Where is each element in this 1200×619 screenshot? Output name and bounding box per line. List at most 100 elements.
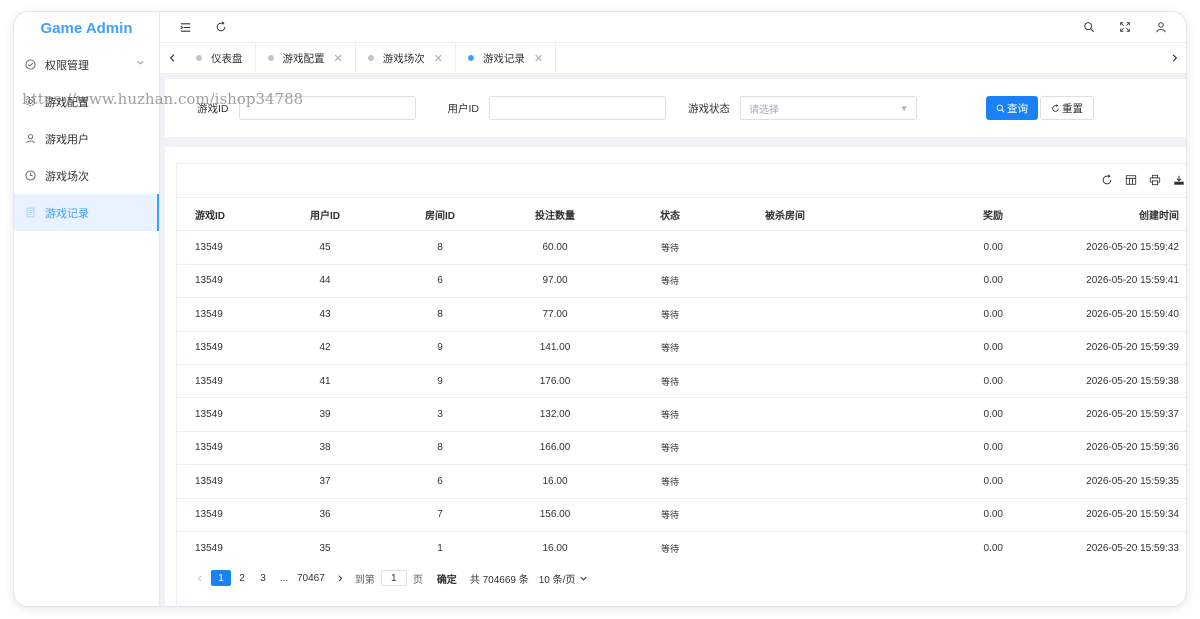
cell-created-at: 2026-05-20 15:59:34 xyxy=(1031,497,1186,532)
table-row[interactable]: 13549 41 9 176.00 等待 0.00 2026-05-20 15:59:38 xyxy=(177,363,1186,398)
sidebar-item-game-sessions[interactable]: 游戏场次 xyxy=(14,157,159,194)
page-ellipsis[interactable]: ... xyxy=(274,570,294,586)
cell-reward: 0.00 xyxy=(867,430,1031,465)
cell-game-id: 13549 xyxy=(177,397,243,432)
sidebar-item-game-config[interactable]: 游戏配置 xyxy=(14,83,159,120)
close-icon[interactable]: ✕ xyxy=(434,52,443,65)
page-2[interactable]: 2 xyxy=(232,570,252,586)
cell-status: 等待 xyxy=(637,530,703,565)
column-header-user-id[interactable]: 用户ID xyxy=(243,196,407,231)
column-header-status[interactable]: 状态 xyxy=(637,196,703,231)
export-icon[interactable] xyxy=(1172,173,1186,187)
cell-user-id: 38 xyxy=(243,430,407,465)
cell-created-at: 2026-05-20 15:59:41 xyxy=(1031,263,1186,298)
page-last[interactable]: 70467 xyxy=(297,570,325,586)
print-icon[interactable] xyxy=(1148,173,1162,187)
menu-fold-icon[interactable] xyxy=(174,16,196,38)
column-header-bet-amount[interactable]: 投注数量 xyxy=(473,196,637,231)
cell-room-id: 6 xyxy=(407,464,473,499)
next-page-icon[interactable] xyxy=(330,570,350,586)
table-row[interactable]: 13549 35 1 16.00 等待 0.00 2026-05-20 15:59:33 xyxy=(177,530,1186,565)
user-avatar-icon[interactable] xyxy=(1150,16,1172,38)
records-table-wrapper: 游戏ID 用户ID 房间ID 投注数量 状态 被杀房间 奖励 创建时间 1354… xyxy=(176,163,1186,606)
column-header-room-id[interactable]: 房间ID xyxy=(407,196,473,231)
tab-status-dot xyxy=(267,55,274,61)
sidebar-item-game-users[interactable]: 游戏用户 xyxy=(14,120,159,157)
tab-game-config[interactable]: 游戏配置 ✕ xyxy=(256,43,356,73)
reset-button[interactable]: 重置 xyxy=(1040,96,1094,120)
tab-label: 游戏配置 xyxy=(282,52,325,65)
cell-reward: 0.00 xyxy=(867,497,1031,532)
table-row[interactable]: 13549 37 6 16.00 等待 0.00 2026-05-20 15:59:35 xyxy=(177,464,1186,499)
tab-game-sessions[interactable]: 游戏场次 ✕ xyxy=(356,43,456,73)
cell-created-at: 2026-05-20 15:59:37 xyxy=(1031,397,1186,432)
column-settings-icon[interactable] xyxy=(1124,173,1138,187)
cell-created-at: 2026-05-20 15:59:35 xyxy=(1031,464,1186,499)
game-id-input[interactable] xyxy=(238,96,416,120)
close-icon[interactable]: ✕ xyxy=(334,52,343,65)
user-icon xyxy=(22,131,38,147)
game-status-select[interactable]: 请选择 ▼ xyxy=(740,96,917,120)
cell-bet-amount: 16.00 xyxy=(473,464,637,499)
sidebar-item-permissions[interactable]: 权限管理 xyxy=(14,46,159,83)
goto-page-input[interactable]: 1 xyxy=(380,570,407,586)
reset-button-label: 重置 xyxy=(1062,102,1083,115)
column-header-killed-room[interactable]: 被杀房间 xyxy=(703,196,867,231)
table-row[interactable]: 13549 43 8 77.00 等待 0.00 2026-05-20 15:59:40 xyxy=(177,297,1186,332)
cell-game-id: 13549 xyxy=(177,464,243,499)
tabs-scroll-left-icon[interactable] xyxy=(160,43,184,73)
cell-created-at: 2026-05-20 15:59:39 xyxy=(1031,330,1186,365)
cell-bet-amount: 141.00 xyxy=(473,330,637,365)
prev-page-icon[interactable] xyxy=(190,570,210,586)
table-body: 13549 45 8 60.00 等待 0.00 2026-05-20 15:59:42 13… xyxy=(177,230,1186,565)
game-status-label: 游戏状态 xyxy=(688,102,730,115)
table-row[interactable]: 13549 42 9 141.00 等待 0.00 2026-05-20 15:59:39 xyxy=(177,330,1186,365)
tabs-scroll-right-icon[interactable] xyxy=(1162,43,1186,73)
tabs-bar: 仪表盘 游戏配置 ✕ 游戏场次 ✕ 游戏记录 ✕ xyxy=(160,42,1186,74)
goto-confirm-button[interactable]: 确定 xyxy=(437,571,457,586)
cell-user-id: 42 xyxy=(243,330,407,365)
cell-user-id: 39 xyxy=(243,397,407,432)
page-size-select[interactable]: 10 条/页 xyxy=(539,571,589,586)
query-button[interactable]: 查询 xyxy=(986,96,1038,120)
cell-status: 等待 xyxy=(637,297,703,332)
page-1[interactable]: 1 xyxy=(211,570,231,586)
fullscreen-icon[interactable] xyxy=(1114,16,1136,38)
search-icon[interactable] xyxy=(1078,16,1100,38)
column-header-reward[interactable]: 奖励 xyxy=(867,196,1031,231)
sidebar-item-label: 游戏配置 xyxy=(45,96,89,109)
refresh-icon[interactable] xyxy=(1100,173,1114,187)
cell-room-id: 8 xyxy=(407,230,473,265)
tab-game-records[interactable]: 游戏记录 ✕ xyxy=(456,43,557,73)
cell-killed-room xyxy=(703,530,867,565)
table-row[interactable]: 13549 45 8 60.00 等待 0.00 2026-05-20 15:59:42 xyxy=(177,230,1186,265)
sidebar-item-label: 游戏记录 xyxy=(45,207,89,220)
cell-killed-room xyxy=(703,297,867,332)
user-id-input[interactable] xyxy=(489,96,666,120)
cell-user-id: 36 xyxy=(243,497,407,532)
page-3[interactable]: 3 xyxy=(253,570,273,586)
close-icon[interactable]: ✕ xyxy=(534,52,543,65)
sidebar-item-game-records[interactable]: 游戏记录 xyxy=(14,194,159,231)
cell-status: 等待 xyxy=(637,497,703,532)
query-button-label: 查询 xyxy=(1007,102,1028,115)
cell-user-id: 43 xyxy=(243,297,407,332)
table-toolbar xyxy=(177,164,1186,197)
cell-killed-room xyxy=(703,363,867,398)
cell-user-id: 45 xyxy=(243,230,407,265)
cell-status: 等待 xyxy=(637,363,703,398)
search-form: 游戏ID 用户ID 游戏状态 请选择 ▼ 查询 重置 xyxy=(165,79,1186,137)
records-table: 游戏ID 用户ID 房间ID 投注数量 状态 被杀房间 奖励 创建时间 1354… xyxy=(177,196,1186,565)
refresh-icon[interactable] xyxy=(210,16,232,38)
table-row[interactable]: 13549 39 3 132.00 等待 0.00 2026-05-20 15:59:37 xyxy=(177,397,1186,432)
cell-game-id: 13549 xyxy=(177,263,243,298)
table-row[interactable]: 13549 38 8 166.00 等待 0.00 2026-05-20 15:59:36 xyxy=(177,430,1186,465)
table-row[interactable]: 13549 44 6 97.00 等待 0.00 2026-05-20 15:59:41 xyxy=(177,263,1186,298)
cell-bet-amount: 60.00 xyxy=(473,230,637,265)
cell-reward: 0.00 xyxy=(867,530,1031,565)
column-header-game-id[interactable]: 游戏ID xyxy=(177,196,243,231)
total-count: 共 704669 条 xyxy=(469,574,529,586)
tab-dashboard[interactable]: 仪表盘 xyxy=(184,43,256,73)
table-row[interactable]: 13549 36 7 156.00 等待 0.00 2026-05-20 15:59:34 xyxy=(177,497,1186,532)
column-header-created-at[interactable]: 创建时间 xyxy=(1031,196,1186,231)
